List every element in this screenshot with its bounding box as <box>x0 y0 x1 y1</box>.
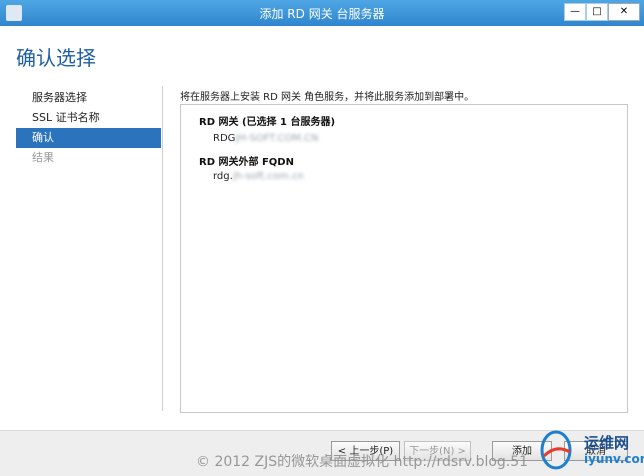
close-icon[interactable]: ✕ <box>608 3 640 21</box>
confirmation-description: 将在服务器上安装 RD 网关 角色服务，并将此服务添加到部署中。 <box>180 92 475 103</box>
nav-item-confirmation[interactable]: 确认 <box>16 128 161 148</box>
section-header-external-fqdn: RD 网关外部 FQDN <box>199 157 294 168</box>
watermark-text: © 2012 ZJS的微软桌面虚拟化 http://rdsrv.blog.51 <box>196 454 529 470</box>
page-title: 确认选择 <box>16 46 96 70</box>
fqdn-prefix: rdg. <box>213 171 233 182</box>
nav-item-results: 结果 <box>32 151 54 164</box>
nav-item-ssl-cert-name[interactable]: SSL 证书名称 <box>16 108 161 128</box>
fqdn-domain: jh-soft.com.cn <box>232 171 304 182</box>
maximize-icon[interactable]: □ <box>586 3 608 21</box>
minimize-icon[interactable]: — <box>564 3 586 21</box>
server-name-domain: JH-SOFT.COM.CN <box>235 133 319 144</box>
section-header-rd-gateway: RD 网关 (已选择 1 台服务器) <box>199 117 336 128</box>
window-title: 添加 RD 网关 台服务器 <box>259 7 385 21</box>
title-bar: 添加 RD 网关 台服务器 — □ ✕ <box>0 0 644 26</box>
nav-divider <box>162 86 163 411</box>
section-value-rd-gateway: RDGJH-SOFT.COM.CN <box>213 133 319 144</box>
section-value-external-fqdn: rdg.jh-soft.com.cn <box>213 171 304 182</box>
nav-item-server-selection[interactable]: 服务器选择 <box>16 88 161 108</box>
confirmation-panel: RD 网关 (已选择 1 台服务器) RDGJH-SOFT.COM.CN RD … <box>180 104 628 413</box>
logo-text: 运维网 <box>584 434 630 452</box>
logo-subtext: iyunv.com <box>584 452 644 466</box>
server-name-prefix: RDG <box>213 133 236 144</box>
